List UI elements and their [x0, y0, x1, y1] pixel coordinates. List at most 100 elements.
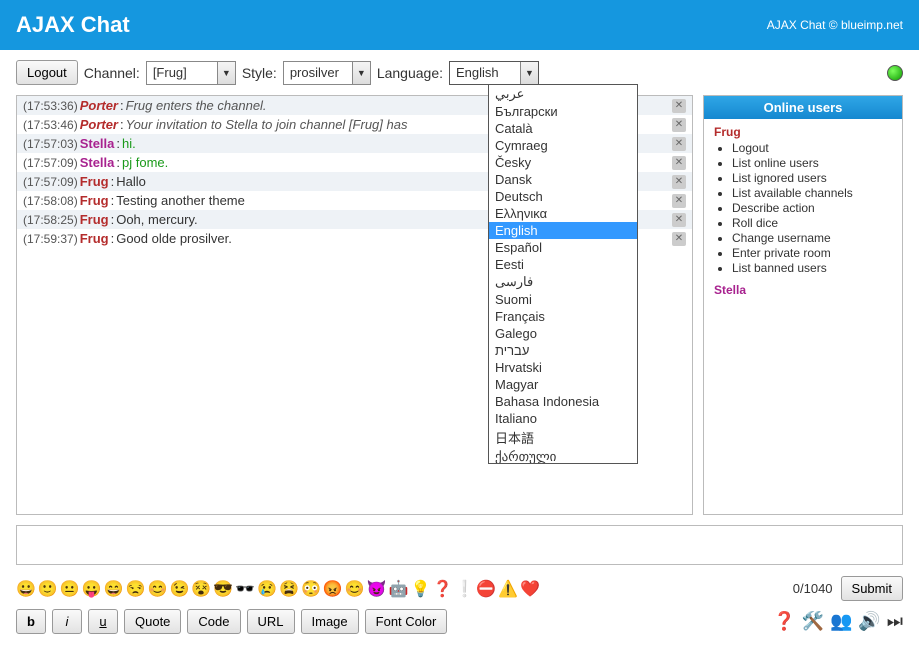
- italic-button[interactable]: i: [52, 609, 82, 634]
- delete-icon[interactable]: ✕: [672, 213, 686, 227]
- msg-user[interactable]: Porter: [80, 117, 118, 132]
- msg-user[interactable]: Stella: [80, 136, 115, 151]
- emoji-icon[interactable]: 😈: [367, 579, 387, 599]
- delete-icon[interactable]: ✕: [672, 194, 686, 208]
- language-option[interactable]: ქართული: [489, 448, 637, 464]
- user-menu-item[interactable]: List ignored users: [732, 171, 892, 185]
- language-option[interactable]: Dansk: [489, 171, 637, 188]
- language-option[interactable]: Français: [489, 308, 637, 325]
- language-option[interactable]: Български: [489, 103, 637, 120]
- language-option[interactable]: Galego: [489, 325, 637, 342]
- language-option[interactable]: Suomi: [489, 291, 637, 308]
- msg-sep: :: [111, 231, 115, 246]
- emoji-icon[interactable]: 😵: [191, 579, 211, 599]
- user-menu-item[interactable]: Logout: [732, 141, 892, 155]
- emoji-icon[interactable]: ❤️: [520, 579, 540, 599]
- language-option[interactable]: Deutsch: [489, 188, 637, 205]
- emoji-icon[interactable]: 😄: [104, 579, 124, 599]
- emoji-icon[interactable]: 😀: [16, 579, 36, 599]
- style-select[interactable]: prosilver ▼: [283, 61, 371, 85]
- app-credit[interactable]: AJAX Chat © blueimp.net: [767, 18, 903, 32]
- sound-icon[interactable]: 🔊: [858, 611, 880, 632]
- language-option[interactable]: Česky: [489, 154, 637, 171]
- emoji-icon[interactable]: 😒: [126, 579, 146, 599]
- user-menu-item[interactable]: List banned users: [732, 261, 892, 275]
- emoji-icon[interactable]: 😢: [257, 579, 277, 599]
- image-button[interactable]: Image: [301, 609, 359, 634]
- online-user[interactable]: Frug: [714, 125, 892, 139]
- underline-button[interactable]: u: [88, 609, 118, 634]
- delete-icon[interactable]: ✕: [672, 175, 686, 189]
- emoji-icon[interactable]: ⚠️: [498, 579, 518, 599]
- user-menu-item[interactable]: Describe action: [732, 201, 892, 215]
- emoji-icon[interactable]: 😉: [169, 579, 189, 599]
- user-menu-item[interactable]: List online users: [732, 156, 892, 170]
- emoji-icon[interactable]: 😫: [279, 579, 299, 599]
- msg-user[interactable]: Frug: [80, 212, 109, 227]
- language-option[interactable]: Magyar: [489, 376, 637, 393]
- language-option[interactable]: Español: [489, 239, 637, 256]
- users-icon[interactable]: 👥: [830, 611, 852, 632]
- msg-user[interactable]: Frug: [80, 231, 109, 246]
- language-option[interactable]: Cymraeg: [489, 137, 637, 154]
- language-option[interactable]: فارسی: [489, 273, 637, 291]
- emoji-icon[interactable]: 😡: [323, 579, 343, 599]
- msg-user[interactable]: Porter: [80, 98, 118, 113]
- emoji-icon[interactable]: 😳: [301, 579, 321, 599]
- language-option[interactable]: English: [489, 222, 637, 239]
- user-menu-item[interactable]: Enter private room: [732, 246, 892, 260]
- delete-icon[interactable]: ✕: [672, 118, 686, 132]
- user-menu-item[interactable]: Change username: [732, 231, 892, 245]
- emoji-icon[interactable]: 😐: [60, 579, 80, 599]
- msg-user[interactable]: Frug: [80, 193, 109, 208]
- emoji-icon[interactable]: 🕶️: [235, 579, 255, 599]
- bold-button[interactable]: b: [16, 609, 46, 634]
- fontcolor-button[interactable]: Font Color: [365, 609, 448, 634]
- message-input[interactable]: [16, 525, 903, 565]
- language-option[interactable]: Bahasa Indonesia: [489, 393, 637, 410]
- language-option[interactable]: Eesti: [489, 256, 637, 273]
- delete-icon[interactable]: ✕: [672, 99, 686, 113]
- delete-icon[interactable]: ✕: [672, 137, 686, 151]
- toolbar: Logout Channel: [Frug] ▼ Style: prosilve…: [0, 50, 919, 95]
- user-menu-item[interactable]: Roll dice: [732, 216, 892, 230]
- language-select[interactable]: English ▼: [449, 61, 539, 85]
- language-dropdown[interactable]: عربيБългарскиCatalàCymraegČeskyDanskDeut…: [488, 84, 638, 464]
- emoji-icon[interactable]: 😛: [82, 579, 102, 599]
- emoji-icon[interactable]: 🤖: [389, 579, 409, 599]
- language-option[interactable]: Hrvatski: [489, 359, 637, 376]
- settings-icon[interactable]: 🛠️: [802, 611, 824, 632]
- emoji-icon[interactable]: 😊: [345, 579, 365, 599]
- sidebar-body: Frug LogoutList online usersList ignored …: [704, 119, 902, 305]
- help-icon[interactable]: ❓: [773, 611, 795, 632]
- bottom-bar: 😀🙂😐😛😄😒😊😉😵😎🕶️😢😫😳😡😊😈🤖💡❓❕⛔⚠️❤️ 0/1040 Submi…: [0, 568, 919, 642]
- quote-button[interactable]: Quote: [124, 609, 181, 634]
- emoji-icon[interactable]: ❕: [454, 579, 474, 599]
- emoji-icon[interactable]: 🙂: [38, 579, 58, 599]
- status-indicator-icon: [887, 65, 903, 81]
- msg-time: (17:58:25): [23, 213, 78, 227]
- msg-user[interactable]: Stella: [80, 155, 115, 170]
- msg-user[interactable]: Frug: [80, 174, 109, 189]
- user-menu-item[interactable]: List available channels: [732, 186, 892, 200]
- emoji-icon[interactable]: 😎: [213, 579, 233, 599]
- emoji-icon[interactable]: 💡: [411, 579, 431, 599]
- language-option[interactable]: Italiano: [489, 410, 637, 427]
- language-option[interactable]: Ελληνικα: [489, 205, 637, 222]
- delete-icon[interactable]: ✕: [672, 156, 686, 170]
- emoji-icon[interactable]: ⛔: [476, 579, 496, 599]
- emoji-icon[interactable]: 😊: [148, 579, 168, 599]
- channel-select[interactable]: [Frug] ▼: [146, 61, 236, 85]
- delete-icon[interactable]: ✕: [672, 232, 686, 246]
- language-option[interactable]: عربي: [489, 85, 637, 103]
- url-button[interactable]: URL: [247, 609, 295, 634]
- autoscroll-icon[interactable]: ⏭: [887, 611, 903, 632]
- language-option[interactable]: עברית: [489, 342, 637, 359]
- submit-button[interactable]: Submit: [841, 576, 903, 601]
- online-user[interactable]: Stella: [714, 283, 892, 297]
- language-option[interactable]: Català: [489, 120, 637, 137]
- code-button[interactable]: Code: [187, 609, 240, 634]
- language-option[interactable]: 日本語: [489, 427, 637, 448]
- emoji-icon[interactable]: ❓: [433, 579, 453, 599]
- logout-button[interactable]: Logout: [16, 60, 78, 85]
